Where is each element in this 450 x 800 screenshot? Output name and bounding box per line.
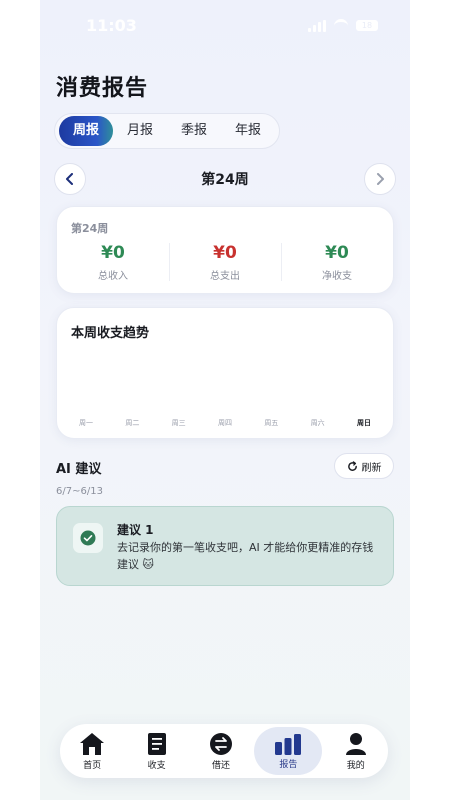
day-label: 周一 <box>79 419 93 427</box>
bottom-tab-bar: 首页 收支 借还 报告 我的 <box>60 724 388 778</box>
income-stat: ¥0 总收入 <box>57 243 169 282</box>
signal-icon <box>308 19 326 32</box>
day-label-current: 周日 <box>356 419 371 427</box>
tab-home[interactable]: 首页 <box>61 727 123 775</box>
net-label: 净收支 <box>322 271 352 282</box>
tab-report[interactable]: 报告 <box>254 727 323 775</box>
week-navigator: 第24周 <box>54 163 396 195</box>
tab-ledger[interactable]: 收支 <box>126 727 188 775</box>
wifi-icon <box>334 19 348 32</box>
battery-icon: 18 <box>356 20 378 31</box>
tab-quarterly[interactable]: 季报 <box>167 116 221 146</box>
status-time: 11:03 <box>86 16 137 35</box>
tab-weekly[interactable]: 周报 <box>59 116 113 146</box>
expense-stat: ¥0 总支出 <box>169 243 281 282</box>
trend-day-axis: 周一 周二 周三 周四 周五 周六 周日 <box>71 418 379 428</box>
check-icon-box <box>73 523 103 553</box>
status-bar: 11:03 18 <box>40 16 410 40</box>
day-label: 周五 <box>264 419 279 427</box>
tab-report-label: 报告 <box>279 759 298 770</box>
refresh-label: 刷新 <box>361 462 382 474</box>
tab-home-label: 首页 <box>83 760 102 771</box>
refresh-button[interactable]: 刷新 <box>334 453 394 479</box>
ai-date-range: 6/7~6/13 <box>56 486 103 497</box>
page-title: 消费报告 <box>56 76 149 101</box>
tab-ledger-label: 收支 <box>147 760 166 771</box>
app-screen: 11:03 18 消费报告 周报 月报 季报 年报 第24周 第24周 ¥0 总… <box>40 0 410 800</box>
suggestion-title: 建议 1 <box>117 523 154 537</box>
tab-monthly[interactable]: 月报 <box>113 116 167 146</box>
day-label: 周三 <box>171 419 186 427</box>
income-label: 总收入 <box>98 271 128 282</box>
summary-card: 第24周 ¥0 总收入 ¥0 总支出 ¥0 净收支 <box>56 206 394 294</box>
trend-card: 本周收支趋势 周一 周二 周三 周四 周五 周六 周日 <box>56 307 394 439</box>
tab-borrow-label: 借还 <box>211 760 230 771</box>
home-icon <box>80 732 105 755</box>
suggestion-text: 去记录你的第一笔收支吧，AI 才能给你更精准的存钱建议 🐱 <box>117 541 374 571</box>
next-week-button[interactable] <box>364 163 396 195</box>
tab-profile-label: 我的 <box>346 760 365 771</box>
day-label: 周六 <box>310 419 325 427</box>
day-label: 周四 <box>217 419 232 427</box>
tab-profile[interactable]: 我的 <box>325 727 387 775</box>
status-icons: 18 <box>308 19 378 32</box>
day-label: 周二 <box>125 419 140 427</box>
ai-section-title: AI 建议 <box>56 462 102 477</box>
chevron-right-icon <box>377 173 384 185</box>
summary-week-label: 第24周 <box>71 222 109 235</box>
expense-amount: ¥0 <box>213 243 237 263</box>
suggestion-card: 建议 1 去记录你的第一笔收支吧，AI 才能给你更精准的存钱建议 🐱 <box>56 506 394 586</box>
period-segmented-control: 周报 月报 季报 年报 <box>54 113 280 149</box>
refresh-icon <box>347 460 357 471</box>
expense-label: 总支出 <box>210 271 240 282</box>
bar-chart-icon <box>275 733 302 755</box>
tab-borrow[interactable]: 借还 <box>190 727 252 775</box>
ledger-icon <box>147 732 166 755</box>
user-icon <box>345 732 366 755</box>
income-amount: ¥0 <box>101 243 125 263</box>
week-label: 第24周 <box>201 172 249 188</box>
net-amount: ¥0 <box>325 243 349 263</box>
net-stat: ¥0 净收支 <box>281 243 393 282</box>
trend-title: 本周收支趋势 <box>71 326 150 341</box>
tab-yearly[interactable]: 年报 <box>221 116 275 146</box>
exchange-icon <box>209 732 232 755</box>
check-circle-icon <box>80 530 96 546</box>
